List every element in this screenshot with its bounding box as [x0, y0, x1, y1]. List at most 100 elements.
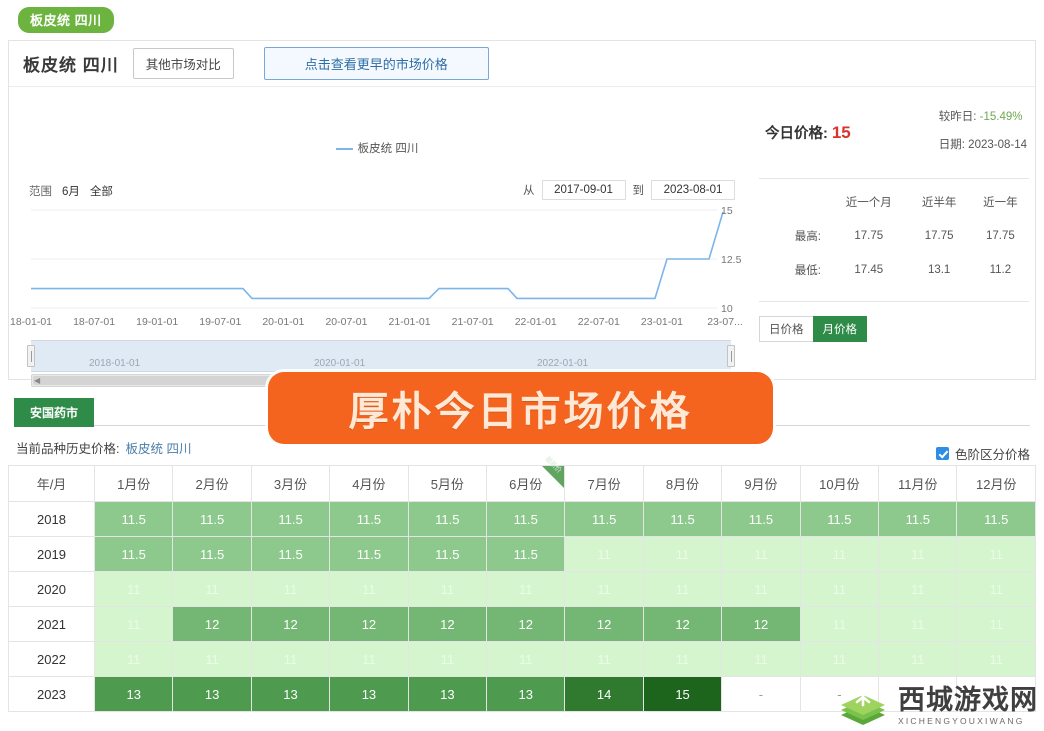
price-cell-2018-12[interactable]: 11.5	[957, 502, 1036, 537]
price-cell-2021-2[interactable]: 12	[173, 607, 251, 642]
price-cell-2021-1[interactable]: 11	[95, 607, 173, 642]
price-cell-2018-10[interactable]: 11.5	[800, 502, 878, 537]
chart-area: 板皮统 四川 范围 6月 全部 从 2017-09-01 到 2023-08-0…	[9, 88, 745, 380]
price-table-year-cell: 2019	[9, 537, 95, 572]
price-cell-2023-7[interactable]: 14	[565, 677, 643, 712]
top-tag-container: 板皮统 四川	[0, 0, 1044, 33]
stats-row-low: 最低: 17.45 13.1 11.2	[757, 253, 1031, 287]
price-cell-2023-8[interactable]: 15	[643, 677, 721, 712]
price-cell-2022-3[interactable]: 11	[251, 642, 329, 677]
price-cell-2022-1[interactable]: 11	[95, 642, 173, 677]
price-cell-2022-10[interactable]: 11	[800, 642, 878, 677]
history-variety-name[interactable]: 板皮统 四川	[125, 438, 191, 457]
price-cell-2022-7[interactable]: 11	[565, 642, 643, 677]
price-table-col-label: 8月份	[666, 477, 699, 492]
price-cell-2018-6[interactable]: 11.5	[487, 502, 565, 537]
chart-x-axis: 18-01-0118-07-0119-01-0119-07-0120-01-01…	[9, 316, 745, 332]
price-cell-2021-7[interactable]: 12	[565, 607, 643, 642]
x-tick-9: 22-07-01	[578, 316, 620, 328]
tab-anguo-market[interactable]: 安国药市	[14, 398, 94, 427]
navigator-handle-left[interactable]	[27, 345, 35, 367]
price-cell-2023-1[interactable]: 13	[95, 677, 173, 712]
x-tick-5: 20-07-01	[325, 316, 367, 328]
price-cell-2022-8[interactable]: 11	[643, 642, 721, 677]
chart-plot[interactable]: 15 12.5 10	[9, 206, 745, 316]
price-cell-2020-10[interactable]: 11	[800, 572, 878, 607]
price-cell-2019-12[interactable]: 11	[957, 537, 1036, 572]
toggle-daily-price[interactable]: 日价格	[759, 316, 814, 342]
price-cell-2018-1[interactable]: 11.5	[95, 502, 173, 537]
price-cell-2022-2[interactable]: 11	[173, 642, 251, 677]
price-cell-2018-8[interactable]: 11.5	[643, 502, 721, 537]
price-cell-2019-7[interactable]: 11	[565, 537, 643, 572]
price-cell-2022-6[interactable]: 11	[487, 642, 565, 677]
price-cell-2019-11[interactable]: 11	[879, 537, 957, 572]
price-cell-2018-11[interactable]: 11.5	[879, 502, 957, 537]
price-cell-2021-10[interactable]: 11	[800, 607, 878, 642]
price-cell-2021-3[interactable]: 12	[251, 607, 329, 642]
date-to-input[interactable]: 2023-08-01	[651, 180, 735, 200]
stats-col-1m: 近一个月	[829, 185, 909, 219]
price-cell-2020-9[interactable]: 11	[722, 572, 800, 607]
price-cell-2022-5[interactable]: 11	[408, 642, 486, 677]
price-cell-2023-5[interactable]: 13	[408, 677, 486, 712]
color-scale-checkbox[interactable]	[936, 447, 949, 460]
price-cell-2023-3[interactable]: 13	[251, 677, 329, 712]
price-cell-2020-8[interactable]: 11	[643, 572, 721, 607]
x-tick-4: 20-01-01	[262, 316, 304, 328]
price-cell-2018-3[interactable]: 11.5	[251, 502, 329, 537]
price-cell-2018-7[interactable]: 11.5	[565, 502, 643, 537]
price-cell-2020-2[interactable]: 11	[173, 572, 251, 607]
date-from-input[interactable]: 2017-09-01	[542, 180, 626, 200]
price-cell-2021-5[interactable]: 12	[408, 607, 486, 642]
compare-markets-button[interactable]: 其他市场对比	[133, 48, 234, 79]
price-cell-2019-10[interactable]: 11	[800, 537, 878, 572]
price-cell-2018-9[interactable]: 11.5	[722, 502, 800, 537]
view-earlier-prices-button[interactable]: 点击查看更早的市场价格	[264, 47, 489, 80]
range-option-all[interactable]: 全部	[90, 183, 113, 199]
price-cell-2020-3[interactable]: 11	[251, 572, 329, 607]
price-cell-2023-4[interactable]: 13	[330, 677, 408, 712]
price-cell-2018-5[interactable]: 11.5	[408, 502, 486, 537]
price-cell-2020-1[interactable]: 11	[95, 572, 173, 607]
range-option-6m[interactable]: 6月	[62, 183, 80, 199]
price-cell-2019-8[interactable]: 11	[643, 537, 721, 572]
price-cell-2019-5[interactable]: 11.5	[408, 537, 486, 572]
price-cell-2019-1[interactable]: 11.5	[95, 537, 173, 572]
breadcrumb-tag[interactable]: 板皮统 四川	[18, 7, 114, 33]
price-cell-2021-6[interactable]: 12	[487, 607, 565, 642]
price-cell-2019-4[interactable]: 11.5	[330, 537, 408, 572]
price-cell-2020-12[interactable]: 11	[957, 572, 1036, 607]
toggle-monthly-price[interactable]: 月价格	[813, 316, 868, 342]
price-cell-2020-6[interactable]: 11	[487, 572, 565, 607]
chart-legend[interactable]: 板皮统 四川	[9, 140, 745, 156]
price-cell-2021-8[interactable]: 12	[643, 607, 721, 642]
chart-navigator[interactable]: 2018-01-01 2020-01-01 2022-01-01	[31, 340, 731, 372]
price-cell-2019-9[interactable]: 11	[722, 537, 800, 572]
navigator-handle-right[interactable]	[727, 345, 735, 367]
price-cell-2023-9[interactable]: -	[722, 677, 800, 712]
scroll-left-arrow-icon[interactable]: ◀	[34, 377, 40, 385]
price-cell-2022-11[interactable]: 11	[879, 642, 957, 677]
price-cell-2022-9[interactable]: 11	[722, 642, 800, 677]
today-price-value: 15	[832, 123, 851, 142]
price-cell-2019-3[interactable]: 11.5	[251, 537, 329, 572]
price-cell-2022-4[interactable]: 11	[330, 642, 408, 677]
price-cell-2020-4[interactable]: 11	[330, 572, 408, 607]
price-cell-2019-6[interactable]: 11.5	[487, 537, 565, 572]
price-cell-2022-12[interactable]: 11	[957, 642, 1036, 677]
price-cell-2021-4[interactable]: 12	[330, 607, 408, 642]
color-scale-checkbox-row[interactable]: 色阶区分价格	[936, 444, 1030, 463]
price-cell-2020-11[interactable]: 11	[879, 572, 957, 607]
price-cell-2020-7[interactable]: 11	[565, 572, 643, 607]
price-cell-2021-9[interactable]: 12	[722, 607, 800, 642]
price-cell-2018-4[interactable]: 11.5	[330, 502, 408, 537]
svg-text:12.5: 12.5	[721, 254, 742, 266]
price-cell-2023-6[interactable]: 13	[487, 677, 565, 712]
price-cell-2021-11[interactable]: 11	[879, 607, 957, 642]
price-cell-2021-12[interactable]: 11	[957, 607, 1036, 642]
price-cell-2020-5[interactable]: 11	[408, 572, 486, 607]
price-cell-2019-2[interactable]: 11.5	[173, 537, 251, 572]
price-cell-2018-2[interactable]: 11.5	[173, 502, 251, 537]
price-cell-2023-2[interactable]: 13	[173, 677, 251, 712]
